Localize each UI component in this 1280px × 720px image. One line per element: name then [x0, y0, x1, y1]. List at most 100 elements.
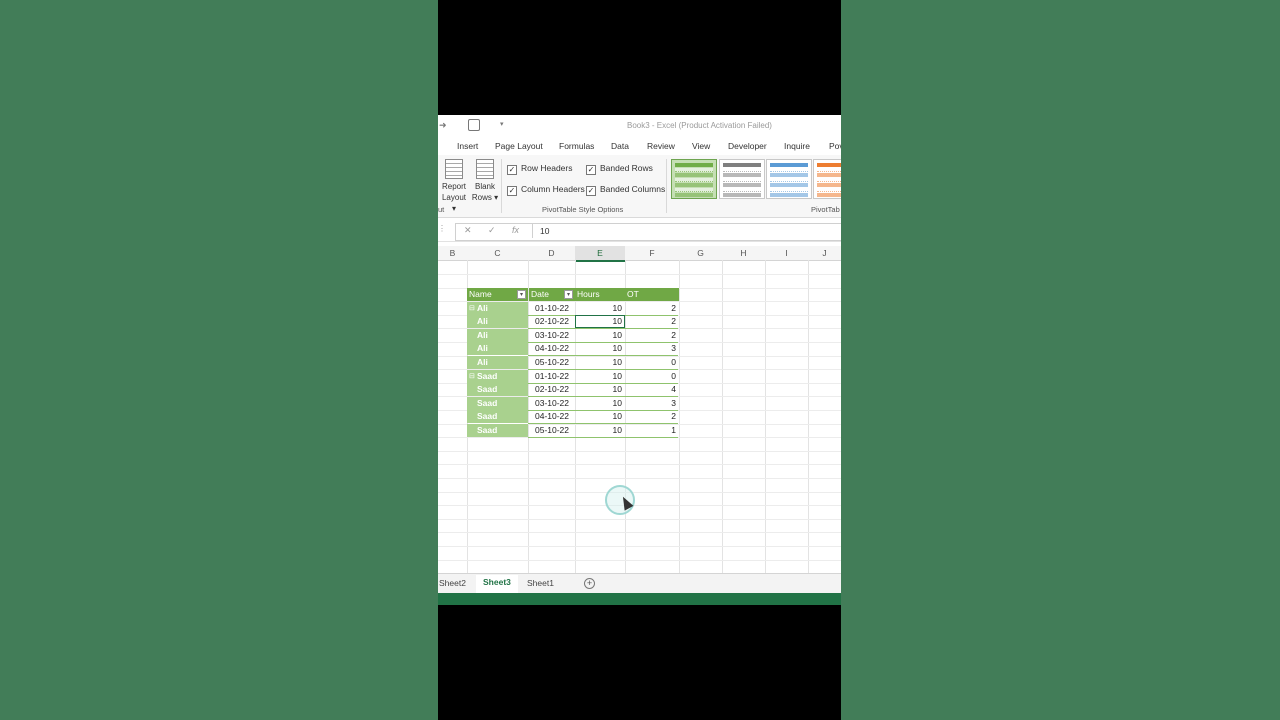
print-preview-icon[interactable]: [468, 119, 480, 131]
function-icon[interactable]: fx: [512, 225, 519, 235]
grid-line: [438, 505, 841, 506]
pivot-date-cell[interactable]: 01-10-22: [529, 370, 575, 383]
pivot-date-cell[interactable]: 03-10-22: [529, 397, 575, 410]
sheet-tab-sheet2[interactable]: Sheet2: [439, 578, 466, 588]
tab-view[interactable]: View: [692, 141, 710, 151]
pivot-name-cell[interactable]: Saad: [467, 370, 528, 383]
pivot-style-gray[interactable]: [719, 159, 765, 199]
style-preview-bar: [675, 183, 713, 187]
pivot-ot-cell[interactable]: 2: [625, 410, 679, 423]
collapse-icon[interactable]: ⊟: [469, 370, 475, 383]
pivot-ot-cell[interactable]: 2: [625, 315, 679, 328]
pivot-ot-cell[interactable]: 3: [625, 342, 679, 355]
formula-input[interactable]: 10: [532, 224, 841, 238]
pivot-styles-group-label: PivotTab: [811, 205, 840, 214]
collapse-icon[interactable]: ⊟: [469, 302, 475, 315]
pivot-name-cell[interactable]: Ali: [467, 315, 528, 328]
sheet-tab-sheet1[interactable]: Sheet1: [527, 578, 554, 588]
tab-data[interactable]: Data: [611, 141, 629, 151]
pivot-ot-cell[interactable]: 0: [625, 356, 679, 369]
style-preview-bar: [723, 168, 761, 172]
row-headers-checkbox[interactable]: ✓ Row Headers: [507, 163, 573, 175]
pivot-hours-cell[interactable]: 10: [575, 397, 625, 410]
pivot-style-orange[interactable]: [813, 159, 841, 199]
grid-line: [438, 478, 841, 479]
column-header-g[interactable]: G: [679, 246, 722, 261]
column-header-j[interactable]: J: [808, 246, 841, 261]
pivot-ot-cell[interactable]: 2: [625, 329, 679, 342]
pivot-date-cell[interactable]: 02-10-22: [529, 383, 575, 396]
pivot-ot-cell[interactable]: 3: [625, 397, 679, 410]
sheet-tab-bar: Sheet2 Sheet3 Sheet1 +: [438, 573, 841, 595]
column-header-c[interactable]: C: [467, 246, 528, 261]
redo-icon[interactable]: ➜: [439, 120, 447, 131]
tab-developer[interactable]: Developer: [728, 141, 767, 151]
right-background: [841, 0, 1280, 720]
pivot-header-label: Date: [531, 289, 549, 299]
name-box-fragment[interactable]: ⋮: [438, 224, 450, 238]
pivot-hours-cell[interactable]: 10: [575, 424, 625, 437]
style-preview-bar: [817, 163, 841, 167]
pivot-style-green[interactable]: [671, 159, 717, 199]
pivot-date-cell[interactable]: 04-10-22: [529, 342, 575, 355]
pivot-date-cell[interactable]: 05-10-22: [529, 424, 575, 437]
cancel-icon[interactable]: ✕: [464, 225, 472, 236]
pivot-name-cell[interactable]: Saad: [467, 397, 528, 410]
filter-dropdown-icon[interactable]: ▾: [564, 290, 573, 299]
pivot-ot-cell[interactable]: 1: [625, 424, 679, 437]
pivot-style-blue[interactable]: [766, 159, 812, 199]
column-header-b[interactable]: B: [438, 246, 467, 261]
banded-columns-checkbox[interactable]: ✓ Banded Columns: [586, 184, 665, 196]
pivot-name-cell[interactable]: Ali: [467, 329, 528, 342]
pivot-date-cell[interactable]: 04-10-22: [529, 410, 575, 423]
pivot-name-cell[interactable]: Saad: [467, 424, 528, 437]
column-header-h[interactable]: H: [722, 246, 765, 261]
selected-cell[interactable]: [575, 315, 625, 328]
banded-rows-label: Banded Rows: [600, 163, 653, 173]
tab-insert[interactable]: Insert: [457, 141, 478, 151]
column-header-i[interactable]: I: [765, 246, 808, 261]
column-header-e[interactable]: E: [575, 246, 625, 262]
add-sheet-icon[interactable]: +: [584, 578, 595, 589]
style-preview-bar: [723, 178, 761, 182]
pivot-hours-cell[interactable]: 10: [575, 370, 625, 383]
pivot-name-cell[interactable]: Saad: [467, 410, 528, 423]
pivot-name-cell[interactable]: Ali: [467, 302, 528, 315]
tab-power-pivot[interactable]: Pov: [829, 141, 841, 151]
pivot-hours-cell[interactable]: 10: [575, 342, 625, 355]
customize-qat-icon[interactable]: ▾: [500, 120, 504, 128]
pivot-hours-cell[interactable]: 10: [575, 383, 625, 396]
column-header-f[interactable]: F: [625, 246, 679, 261]
tab-formulas[interactable]: Formulas: [559, 141, 594, 151]
enter-icon[interactable]: ✓: [488, 225, 496, 236]
excel-window: ➜ ▾ Book3 - Excel (Product Activation Fa…: [438, 115, 841, 605]
pivot-date-cell[interactable]: 05-10-22: [529, 356, 575, 369]
tab-review[interactable]: Review: [647, 141, 675, 151]
pivot-hours-cell[interactable]: 10: [575, 410, 625, 423]
pivot-ot-cell[interactable]: 4: [625, 383, 679, 396]
pivot-ot-cell[interactable]: 2: [625, 302, 679, 315]
style-preview-bar: [770, 168, 808, 172]
tab-page-layout[interactable]: Page Layout: [495, 141, 543, 151]
column-header-d[interactable]: D: [528, 246, 575, 261]
style-preview-bar: [770, 193, 808, 197]
pivot-name-cell[interactable]: Ali: [467, 342, 528, 355]
style-preview-bar: [723, 183, 761, 187]
formula-bar: ⋮ ✕ ✓ fx 10: [438, 221, 841, 242]
pivot-name-cell[interactable]: Ali: [467, 356, 528, 369]
banded-rows-checkbox[interactable]: ✓ Banded Rows: [586, 163, 653, 175]
pivot-date-cell[interactable]: 01-10-22: [529, 302, 575, 315]
style-preview-bar: [817, 183, 841, 187]
pivot-name-cell[interactable]: Saad: [467, 383, 528, 396]
pivot-ot-cell[interactable]: 0: [625, 370, 679, 383]
tab-inquire[interactable]: Inquire: [784, 141, 810, 151]
pivot-hours-cell[interactable]: 10: [575, 329, 625, 342]
sheet-tab-sheet3[interactable]: Sheet3: [476, 575, 518, 595]
filter-dropdown-icon[interactable]: ▾: [517, 290, 526, 299]
pivot-date-cell[interactable]: 02-10-22: [529, 315, 575, 328]
pivot-hours-cell[interactable]: 10: [575, 356, 625, 369]
pivot-date-cell[interactable]: 03-10-22: [529, 329, 575, 342]
pivot-hours-cell[interactable]: 10: [575, 302, 625, 315]
blank-rows-button[interactable]: Blank Rows ▾: [471, 159, 499, 203]
column-headers-checkbox[interactable]: ✓ Column Headers: [507, 184, 585, 196]
